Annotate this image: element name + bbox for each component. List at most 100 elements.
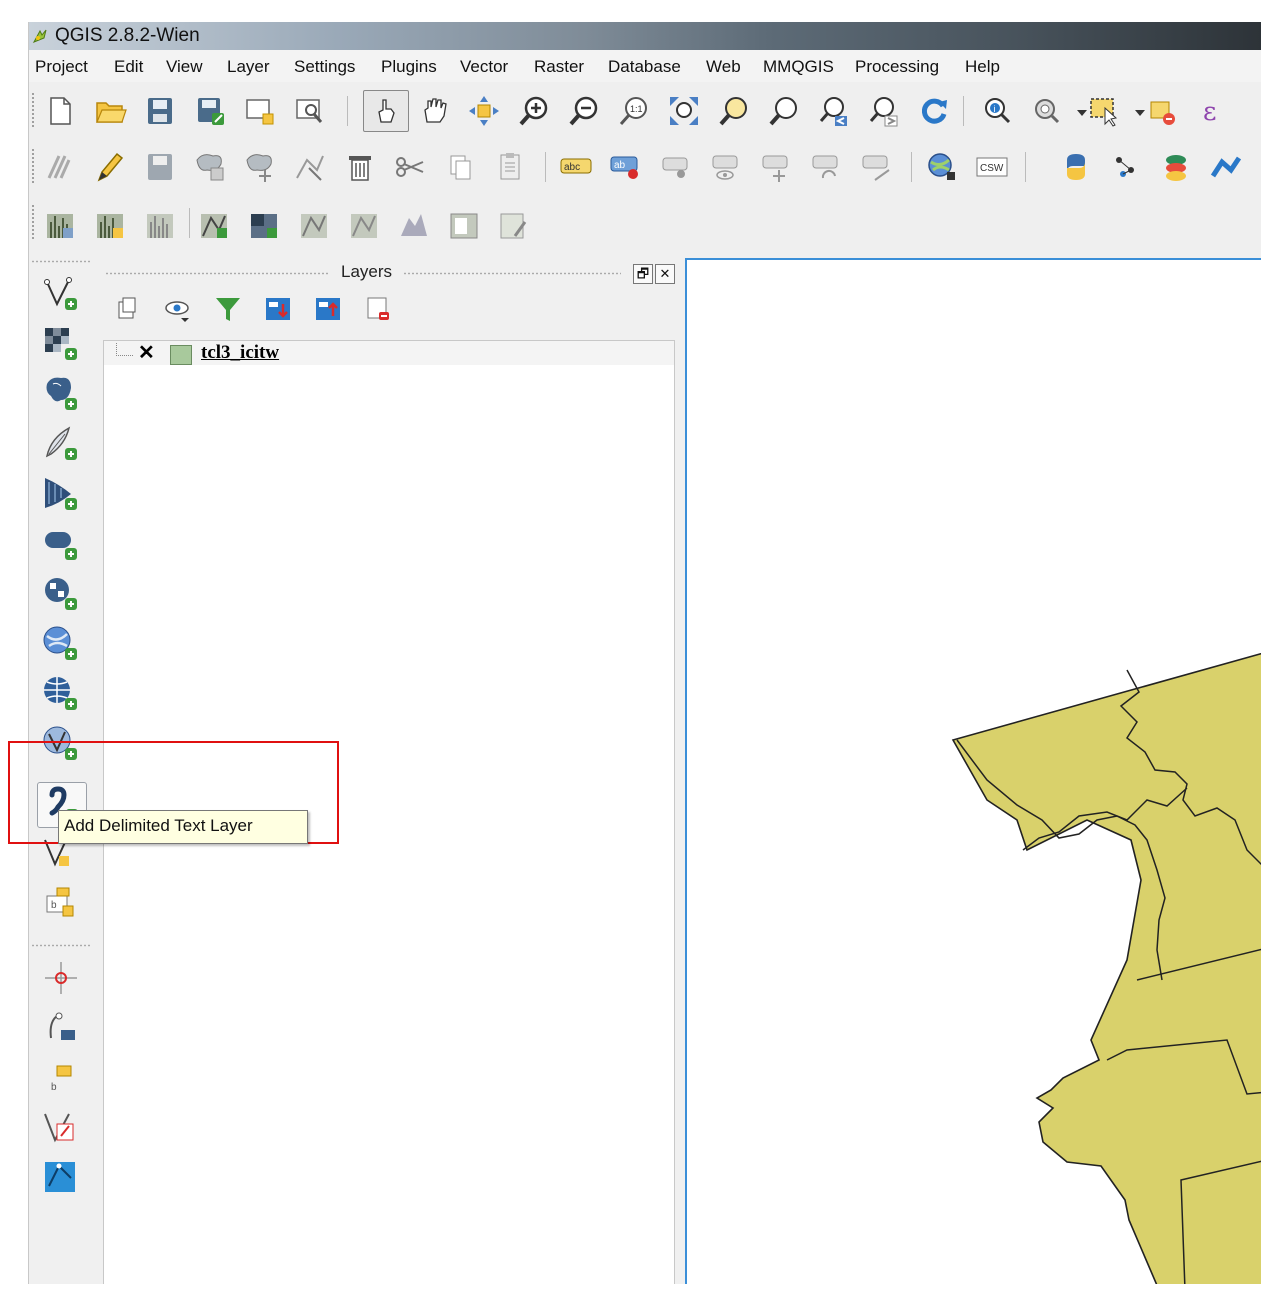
increase-brightness-icon[interactable] — [197, 208, 231, 242]
pin-labels-icon[interactable]: ab — [609, 150, 643, 184]
layer-labeling-options-icon[interactable]: abc — [559, 150, 593, 184]
move-feature-icon[interactable] — [243, 150, 277, 184]
select-features-icon[interactable] — [1087, 94, 1121, 128]
add-vector-layer-icon[interactable] — [37, 272, 85, 316]
add-wcs-layer-icon[interactable] — [37, 672, 85, 716]
touch-zoom-pan-icon[interactable] — [363, 90, 409, 132]
current-edits-icon[interactable] — [43, 150, 77, 184]
menu-settings[interactable]: Settings — [294, 57, 355, 77]
layer-symbol-swatch[interactable] — [170, 345, 192, 365]
menu-raster[interactable]: Raster — [534, 57, 584, 77]
menu-database[interactable]: Database — [608, 57, 681, 77]
raster-edit-icon[interactable] — [497, 208, 531, 242]
toolbar-grip[interactable] — [31, 148, 35, 184]
add-spatialite-layer-icon[interactable] — [37, 422, 85, 466]
add-group-icon[interactable] — [113, 294, 143, 324]
copy-features-icon[interactable] — [443, 150, 477, 184]
menu-view[interactable]: View — [166, 57, 203, 77]
decrease-contrast-icon[interactable] — [347, 208, 381, 242]
zoom-last-icon[interactable] — [817, 94, 851, 128]
map-canvas[interactable] — [685, 258, 1261, 1284]
menu-mmqgis[interactable]: MMQGIS — [763, 57, 834, 77]
save-layer-edits-icon[interactable] — [143, 150, 177, 184]
label-tool-icon[interactable]: b — [37, 1056, 85, 1100]
new-project-icon[interactable] — [43, 94, 77, 128]
cut-features-icon[interactable] — [393, 150, 427, 184]
graphical-modeler-icon[interactable] — [1159, 150, 1193, 184]
layer-visibility-checkbox[interactable]: ✕ — [138, 343, 155, 363]
add-raster-layer-icon[interactable] — [37, 322, 85, 366]
georeferencer-icon[interactable] — [37, 1156, 85, 1200]
deselect-features-icon[interactable] — [1145, 94, 1179, 128]
expression-select-icon[interactable]: ε — [1195, 94, 1229, 128]
network-analysis-icon[interactable] — [1209, 150, 1243, 184]
move-label-icon[interactable] — [759, 150, 793, 184]
csw-icon[interactable]: CSW — [975, 150, 1009, 184]
select-dropdown-icon[interactable] — [1123, 94, 1145, 128]
pan-map-icon[interactable] — [417, 94, 451, 128]
expand-all-icon[interactable] — [263, 294, 293, 324]
close-panel-button[interactable]: ✕ — [655, 264, 675, 284]
raster-info-icon[interactable] — [447, 208, 481, 242]
collapse-all-icon[interactable] — [313, 294, 343, 324]
add-mssql-layer-icon[interactable] — [37, 472, 85, 516]
python-console-icon[interactable] — [1059, 150, 1093, 184]
layers-panel-titlebar[interactable]: Layers 🗗 ✕ — [101, 260, 685, 284]
menu-project[interactable]: Project — [35, 57, 88, 77]
new-spatialite-layer-icon[interactable]: b — [37, 882, 85, 926]
increase-contrast-icon[interactable] — [297, 208, 331, 242]
toolbar-grip[interactable] — [31, 944, 91, 947]
menu-vector[interactable]: Vector — [460, 57, 508, 77]
add-oracle-layer-icon[interactable] — [37, 522, 85, 566]
raster-full-stretch-icon[interactable] — [143, 208, 177, 242]
toolbar-grip[interactable] — [31, 92, 35, 128]
manage-layer-visibility-icon[interactable] — [163, 294, 193, 324]
save-project-as-icon[interactable] — [193, 94, 227, 128]
highlight-pinned-labels-icon[interactable] — [659, 150, 693, 184]
add-wms-tms-icon[interactable] — [925, 150, 959, 184]
pan-to-selection-icon[interactable] — [467, 94, 501, 128]
map-polygon-main[interactable] — [951, 652, 1261, 1284]
zoom-out-icon[interactable] — [567, 94, 601, 128]
zoom-to-selection-icon[interactable] — [717, 94, 751, 128]
raster-terrain-icon[interactable] — [397, 208, 431, 242]
node-tool-icon[interactable] — [293, 150, 327, 184]
raster-histogram-stretch-icon[interactable] — [43, 208, 77, 242]
coordinate-capture-icon[interactable] — [37, 956, 85, 1000]
toolbar-grip[interactable] — [31, 260, 91, 263]
decrease-brightness-icon[interactable] — [247, 208, 281, 242]
float-panel-button[interactable]: 🗗 — [633, 264, 653, 284]
processing-toolbox-icon[interactable] — [1109, 150, 1143, 184]
run-feature-action-icon[interactable] — [1029, 94, 1063, 128]
filter-legend-icon[interactable] — [213, 294, 243, 324]
refresh-icon[interactable] — [917, 94, 951, 128]
toolbar-grip[interactable] — [31, 204, 35, 240]
action-dropdown-icon[interactable] — [1065, 94, 1087, 128]
menu-layer[interactable]: Layer — [227, 57, 270, 77]
save-project-icon[interactable] — [143, 94, 177, 128]
layer-row[interactable]: ✕ tcl3_icitw — [104, 341, 674, 365]
layer-name[interactable]: tcl3_icitw — [201, 342, 279, 364]
raster-local-stretch-icon[interactable] — [93, 208, 127, 242]
zoom-in-icon[interactable] — [517, 94, 551, 128]
open-project-icon[interactable] — [93, 94, 127, 128]
menu-web[interactable]: Web — [706, 57, 741, 77]
menu-help[interactable]: Help — [965, 57, 1000, 77]
add-wms-layer-icon[interactable] — [37, 622, 85, 666]
topology-checker-icon[interactable] — [37, 1106, 85, 1150]
rotate-label-icon[interactable] — [809, 150, 843, 184]
add-postgis-layer-icon[interactable] — [37, 372, 85, 416]
toggle-editing-icon[interactable] — [93, 150, 127, 184]
menu-plugins[interactable]: Plugins — [381, 57, 437, 77]
zoom-next-icon[interactable] — [867, 94, 901, 128]
show-hide-labels-icon[interactable] — [709, 150, 743, 184]
menu-edit[interactable]: Edit — [114, 57, 143, 77]
menu-processing[interactable]: Processing — [855, 57, 939, 77]
composer-manager-icon[interactable] — [293, 94, 327, 128]
new-print-composer-icon[interactable] — [243, 94, 277, 128]
change-label-icon[interactable] — [859, 150, 893, 184]
remove-layer-icon[interactable] — [363, 294, 393, 324]
zoom-native-resolution-icon[interactable]: 1:1 — [617, 94, 651, 128]
identify-features-icon[interactable]: i — [979, 94, 1013, 128]
zoom-to-layer-icon[interactable] — [767, 94, 801, 128]
